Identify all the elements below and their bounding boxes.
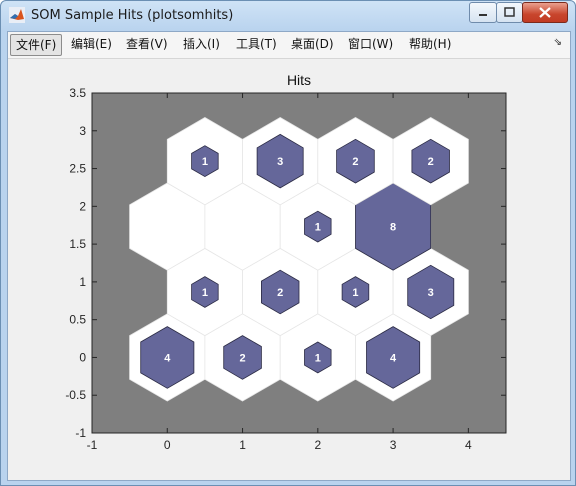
menu-desktop[interactable]: 桌面(D) [286, 34, 339, 54]
x-tick-label: 4 [465, 438, 472, 452]
x-tick-label: 1 [239, 438, 246, 452]
y-tick-label: -1 [75, 426, 86, 440]
x-tick-label: 0 [164, 438, 171, 452]
client-area: 文件(F) 编辑(E) 查看(V) 插入(I) 工具(T) 桌面(D) 窗口(W… [7, 31, 571, 481]
maximize-button[interactable] [496, 2, 523, 23]
hit-count-label: 1 [315, 222, 321, 234]
hit-count-label: 8 [390, 222, 396, 234]
hit-count-label: 1 [315, 352, 321, 364]
close-button[interactable] [522, 2, 568, 23]
title-bar[interactable]: SOM Sample Hits (plotsomhits) [1, 1, 575, 31]
y-tick-label: 3.5 [69, 86, 86, 100]
menu-bar: 文件(F) 编辑(E) 查看(V) 插入(I) 工具(T) 桌面(D) 窗口(W… [8, 32, 570, 59]
hit-count-label: 4 [390, 352, 397, 364]
hit-count-label: 3 [428, 287, 434, 299]
menu-edit[interactable]: 编辑(E) [66, 34, 117, 54]
menu-file[interactable]: 文件(F) [10, 34, 63, 56]
y-tick-label: -0.5 [65, 388, 86, 402]
y-tick-label: 0.5 [69, 313, 86, 327]
hit-count-label: 4 [164, 352, 171, 364]
som-cells: 4 2 1 4 1 2 1 3 1 8 1 3 2 2 [129, 117, 469, 402]
hit-count-label: 3 [277, 156, 283, 168]
hit-count-label: 1 [202, 287, 208, 299]
window-title: SOM Sample Hits (plotsomhits) [31, 8, 234, 23]
x-tick-label: 2 [314, 438, 321, 452]
hit-count-label: 2 [239, 352, 245, 364]
chart-title: Hits [287, 72, 311, 88]
menu-window[interactable]: 窗口(W) [343, 34, 398, 54]
close-icon [539, 7, 551, 18]
y-tick-label: 1 [79, 275, 86, 289]
hit-count-label: 1 [352, 287, 358, 299]
menu-overflow-arrow-icon[interactable]: ⇘ [554, 37, 562, 48]
matlab-logo-icon [9, 7, 25, 23]
menu-insert[interactable]: 插入(I) [178, 34, 225, 54]
minimize-icon [479, 14, 487, 16]
y-tick-label: 2 [79, 199, 86, 213]
x-tick-label: 3 [390, 438, 397, 452]
figure-window: SOM Sample Hits (plotsomhits) 文件(F) 编辑(E… [0, 0, 576, 486]
x-tick-label: -1 [87, 438, 98, 452]
hit-count-label: 2 [352, 156, 358, 168]
menu-view[interactable]: 查看(V) [121, 34, 173, 54]
menu-help[interactable]: 帮助(H) [404, 34, 456, 54]
y-tick-label: 1.5 [69, 237, 86, 251]
minimize-button[interactable] [469, 2, 497, 23]
hit-count-label: 2 [428, 156, 434, 168]
hits-chart: Hits 4 2 1 4 1 2 1 3 1 8 1 3 2 2 -1 0 1 2 3 4 -1 -0.5 0 0.5 1 1… [65, 72, 507, 452]
menu-tools[interactable]: 工具(T) [231, 34, 282, 54]
maximize-icon [504, 7, 515, 17]
figure-canvas: Hits 4 2 1 4 1 2 1 3 1 8 1 3 2 2 -1 0 1 2 3 4 -1 -0.5 0 0.5 1 1… [8, 59, 570, 480]
hit-count-label: 2 [277, 287, 283, 299]
y-tick-label: 3 [79, 124, 86, 138]
y-tick-label: 0 [79, 350, 86, 364]
y-tick-label: 2.5 [69, 162, 86, 176]
hit-count-label: 1 [202, 156, 208, 168]
